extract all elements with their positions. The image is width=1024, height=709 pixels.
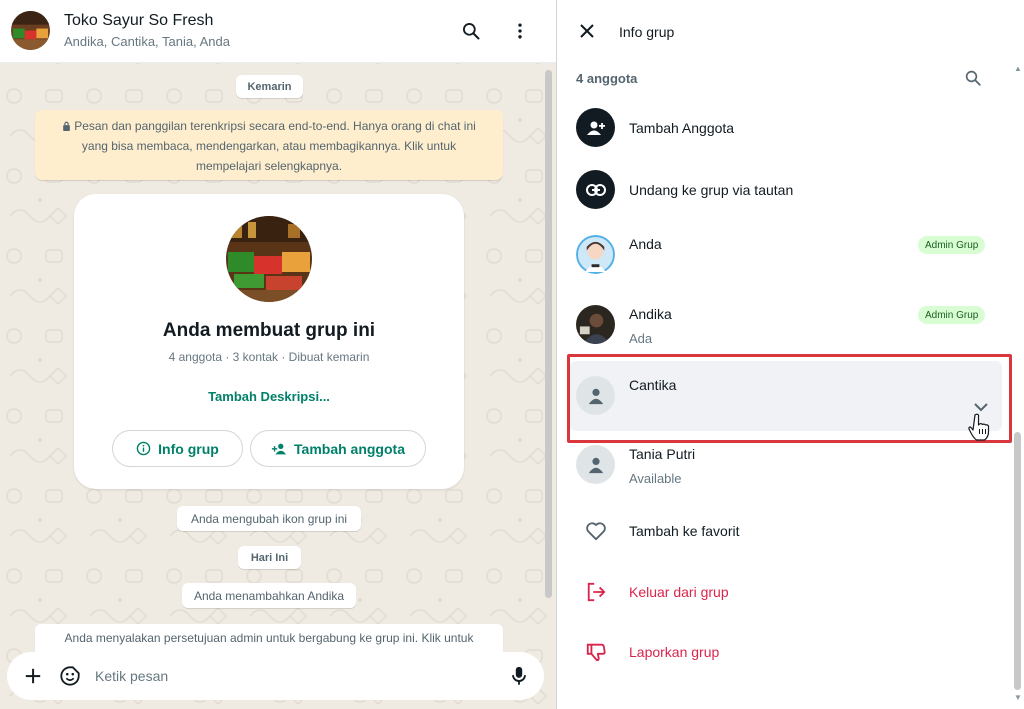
info-icon <box>136 441 151 456</box>
member-name: Anda <box>629 236 662 252</box>
report-group-label: Laporkan grup <box>629 644 720 660</box>
add-description-link[interactable]: Tambah Deskripsi... <box>74 389 464 404</box>
invite-link-label: Undang ke grup via tautan <box>629 182 794 198</box>
hand-cursor-icon <box>968 413 990 441</box>
chat-header[interactable]: Toko Sayur So Fresh Andika, Cantika, Tan… <box>0 0 556 63</box>
message-composer <box>7 652 544 700</box>
add-member-label: Tambah Anggota <box>629 120 735 136</box>
group-info-button-label: Info grup <box>158 440 219 457</box>
add-person-icon <box>271 443 287 454</box>
system-message-member-added: Anda menambahkan Andika <box>182 583 356 608</box>
admin-badge: Admin Grup <box>918 236 986 254</box>
members-count: 4 anggota <box>576 71 638 86</box>
menu-icon[interactable] <box>505 16 535 46</box>
exit-group-row[interactable]: Keluar dari grup <box>557 572 1007 612</box>
exit-icon <box>576 572 615 611</box>
encryption-notice-text: Pesan dan panggilan terenkripsi secara e… <box>74 119 476 173</box>
message-input[interactable] <box>95 664 495 688</box>
add-favorite-row[interactable]: Tambah ke favorit <box>557 511 1007 551</box>
exit-group-label: Keluar dari grup <box>629 584 729 600</box>
add-favorite-label: Tambah ke favorit <box>629 523 740 539</box>
report-group-row[interactable]: Laporkan grup <box>557 632 1007 672</box>
scroll-down-arrow-icon[interactable]: ▼ <box>1014 693 1022 702</box>
member-name: Cantika <box>629 377 677 393</box>
default-avatar-icon <box>576 376 615 415</box>
chat-panel: Toko Sayur So Fresh Andika, Cantika, Tan… <box>0 0 556 709</box>
chat-title: Toko Sayur So Fresh <box>64 12 214 29</box>
chevron-down-icon[interactable] <box>971 400 991 414</box>
default-avatar-icon <box>576 445 615 484</box>
member-row-tania[interactable]: Tania Putri Available <box>557 445 1007 486</box>
lock-icon <box>63 121 71 131</box>
date-divider-today: Hari Ini <box>238 546 301 569</box>
add-member-button-label: Tambah anggota <box>294 440 405 457</box>
member-status: Ada <box>629 331 653 346</box>
close-icon[interactable] <box>575 19 599 43</box>
group-info-button[interactable]: Info grup <box>112 430 243 467</box>
info-scrollbar[interactable] <box>1014 432 1021 690</box>
invite-link-row[interactable]: Undang ke grup via tautan <box>557 170 1007 210</box>
group-photo <box>226 216 312 302</box>
search-icon[interactable] <box>456 16 486 46</box>
heart-icon <box>576 511 615 550</box>
add-member-button[interactable]: Tambah anggota <box>250 430 426 467</box>
group-info-panel: Info grup 4 anggota ▲ Tambah Anggota Und… <box>557 0 1024 709</box>
group-created-card: Anda membuat grup ini 4 anggota · 3 kont… <box>74 194 464 489</box>
member-name: Tania Putri <box>629 446 696 462</box>
member-name: Andika <box>629 306 672 322</box>
group-card-title: Anda membuat grup ini <box>162 320 376 341</box>
group-avatar[interactable] <box>11 11 50 50</box>
group-card-subtitle: 4 anggota · 3 kontak · Dibuat kemarin <box>168 350 370 364</box>
thumbs-down-icon <box>576 632 615 671</box>
members-search-icon[interactable] <box>961 66 985 90</box>
encryption-notice[interactable]: Pesan dan panggilan terenkripsi secara e… <box>35 110 503 180</box>
info-panel-title: Info grup <box>619 24 675 40</box>
add-member-row[interactable]: Tambah Anggota <box>557 108 1007 148</box>
member-row-cantika-content[interactable]: Cantika <box>557 376 1007 416</box>
link-icon <box>576 170 615 209</box>
avatar <box>576 235 615 274</box>
avatar <box>576 305 615 344</box>
admin-badge: Admin Grup <box>918 306 986 324</box>
plus-icon[interactable] <box>21 664 45 688</box>
add-person-icon <box>576 108 615 147</box>
sticker-icon[interactable] <box>58 664 82 688</box>
system-message-icon-changed: Anda mengubah ikon grup ini <box>177 506 361 531</box>
chat-scrollbar[interactable] <box>545 70 552 598</box>
date-divider-yesterday: Kemarin <box>236 75 303 98</box>
member-row-andika[interactable]: Andika Ada Admin Grup <box>557 305 1007 346</box>
member-row-anda[interactable]: Anda Admin Grup <box>557 235 1007 275</box>
chat-participants: Andika, Cantika, Tania, Anda <box>64 34 230 49</box>
scroll-up-arrow-icon[interactable]: ▲ <box>1014 64 1022 73</box>
mic-icon[interactable] <box>507 664 531 688</box>
member-status: Available <box>629 471 682 486</box>
